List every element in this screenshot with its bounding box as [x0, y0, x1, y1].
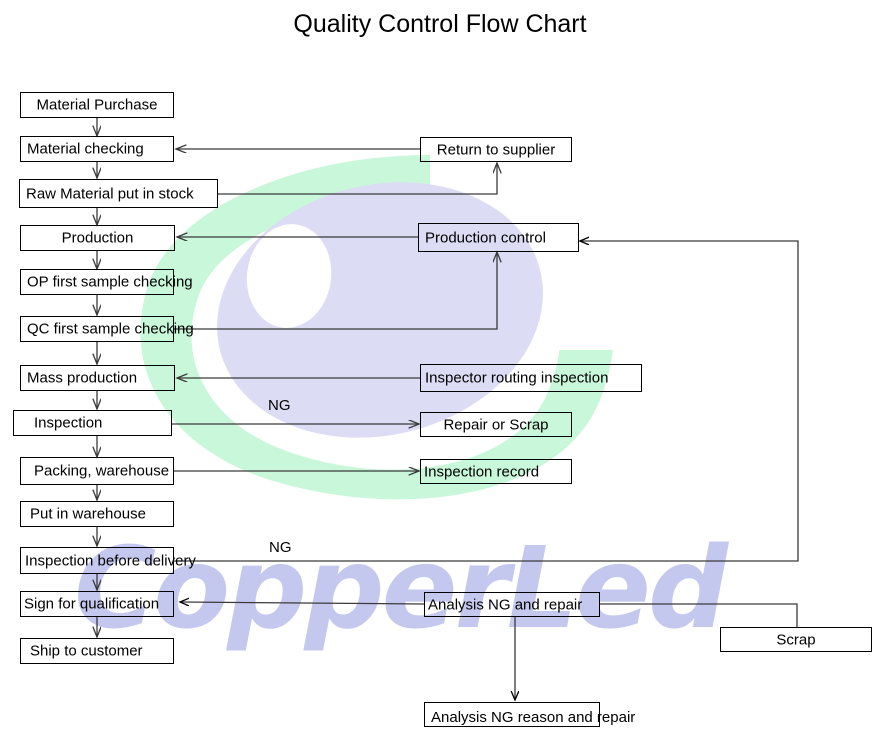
node-label: Inspector routing inspection: [425, 369, 609, 387]
node-inspection-before-delivery[interactable]: Inspection before delivery: [20, 547, 196, 574]
node-material-purchase[interactable]: Material Purchase: [20, 92, 174, 118]
node-qc-first-sample-checking[interactable]: QC first sample checking: [20, 316, 194, 342]
node-label: Repair or Scrap: [443, 416, 549, 433]
node-label: OP first sample checking: [27, 273, 193, 291]
node-mass-production[interactable]: Mass production: [20, 365, 175, 391]
node-return-to-supplier[interactable]: Return to supplier: [420, 137, 572, 162]
node-repair-or-scrap[interactable]: Repair or Scrap: [420, 412, 572, 437]
node-label: Inspection record: [424, 463, 540, 480]
node-material-checking[interactable]: Material checking: [20, 136, 174, 162]
node-put-in-warehouse[interactable]: Put in warehouse: [20, 501, 174, 527]
node-scrap[interactable]: Scrap: [720, 627, 872, 652]
node-production[interactable]: Production: [20, 225, 175, 251]
node-sign-for-qualification[interactable]: Sign for qualification: [20, 591, 174, 617]
node-label: Mass production: [27, 369, 138, 387]
node-raw-material-put-in-stock[interactable]: Raw Material put in stock: [19, 179, 218, 208]
node-label: Scrap: [776, 631, 816, 648]
node-packing-warehouse[interactable]: Packing, warehouse: [20, 457, 174, 485]
edge-label-ng-inspection: NG: [268, 397, 291, 414]
node-production-control[interactable]: Production control: [418, 223, 579, 252]
node-label: Material Purchase: [36, 96, 158, 114]
node-analysis-ng-and-repair[interactable]: Analysis NG and repair: [424, 592, 600, 617]
node-label: Raw Material put in stock: [26, 185, 194, 202]
node-label: QC first sample checking: [27, 320, 194, 338]
page-title: Quality Control Flow Chart: [293, 10, 587, 38]
node-label: Inspection: [34, 414, 103, 432]
node-ship-to-customer[interactable]: Ship to customer: [20, 638, 174, 664]
node-label: Ship to customer: [30, 642, 143, 660]
node-inspection-record[interactable]: Inspection record: [420, 459, 572, 484]
node-label: Inspection before delivery: [25, 552, 196, 569]
node-label: Analysis NG and repair: [428, 596, 583, 613]
node-label: Analysis NG reason and repair: [431, 709, 636, 726]
node-label: Production control: [425, 229, 546, 246]
node-label: Material checking: [27, 140, 144, 158]
node-inspection[interactable]: Inspection: [13, 410, 172, 436]
node-inspector-routing-inspection[interactable]: Inspector routing inspection: [420, 364, 642, 392]
flow-chart-canvas: CopperLed Quality Control Flow Chart Mat…: [0, 0, 880, 750]
node-label: Return to supplier: [436, 141, 556, 158]
node-label: Put in warehouse: [30, 505, 146, 523]
node-label: Packing, warehouse: [34, 462, 170, 480]
node-op-first-sample-checking[interactable]: OP first sample checking: [20, 269, 193, 295]
edge-label-ng-before-delivery: NG: [269, 539, 292, 556]
node-label: Sign for qualification: [24, 595, 160, 613]
node-analysis-ng-reason-and-repair[interactable]: Analysis NG reason and repair: [424, 702, 635, 727]
node-label: Production: [61, 229, 134, 247]
